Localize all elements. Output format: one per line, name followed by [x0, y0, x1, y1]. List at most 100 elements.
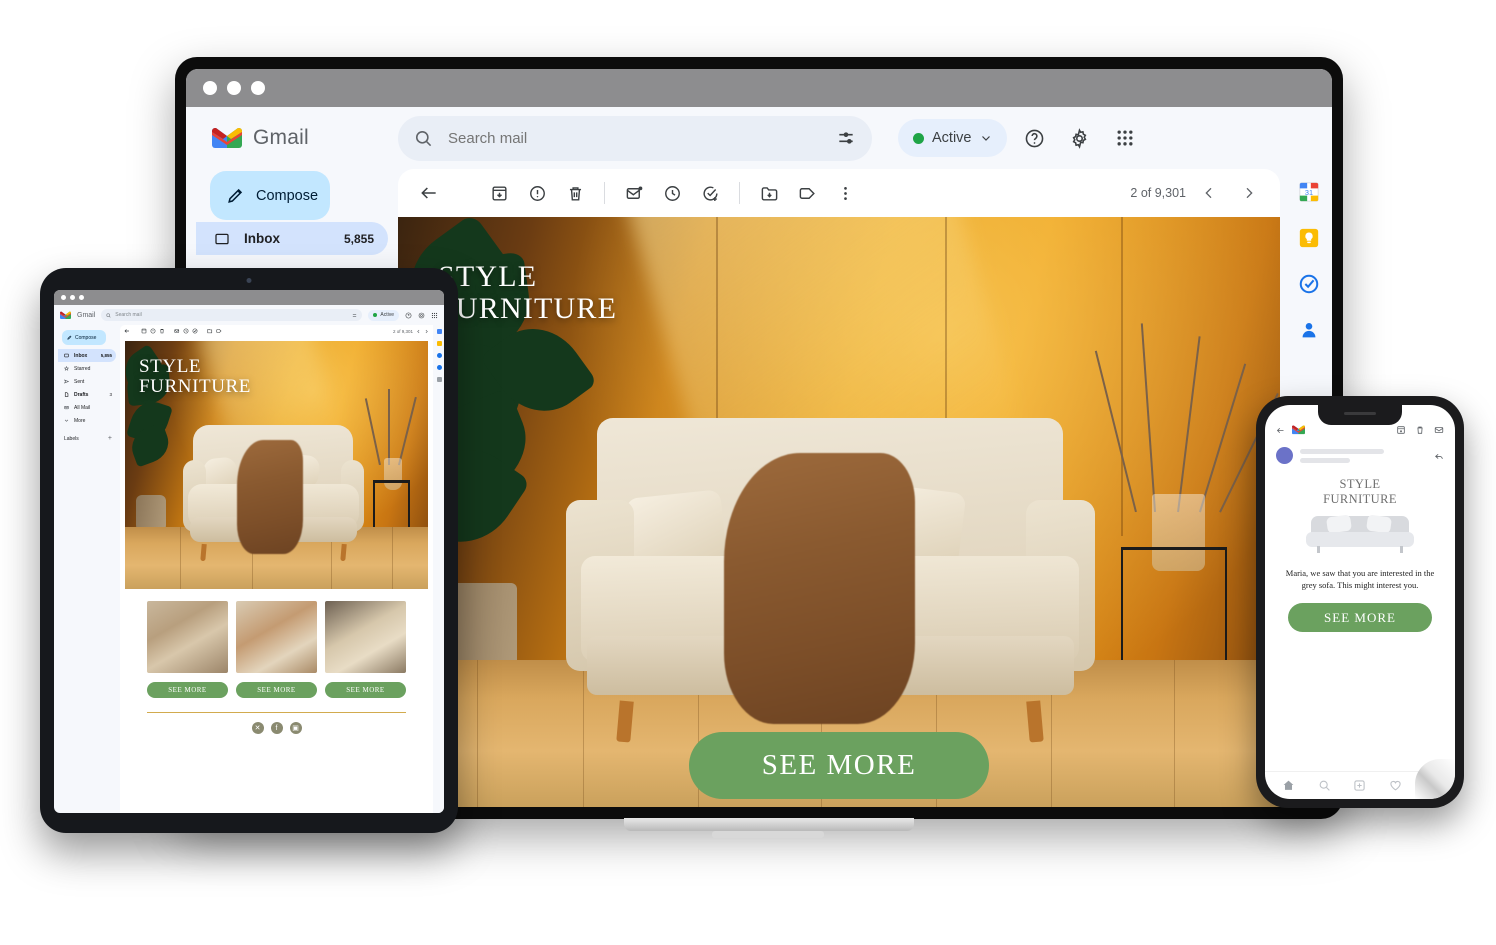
previous-message-button[interactable]: [1192, 176, 1226, 210]
search-bar[interactable]: [398, 115, 872, 161]
gmail-logo[interactable]: Gmail: [186, 126, 398, 150]
message-pagination: 2 of 9,301: [1130, 176, 1266, 210]
product-see-more-button[interactable]: SEE MORE: [147, 682, 228, 698]
plus-icon[interactable]: +: [108, 435, 112, 442]
window-close-dot[interactable]: [61, 295, 66, 300]
tablet-search-bar[interactable]: Search mail: [101, 309, 363, 321]
google-tasks-icon[interactable]: [1298, 273, 1320, 295]
phone-sofa-illustration: [1301, 510, 1419, 556]
product-thumbnail[interactable]: [325, 601, 406, 673]
chevron-right-icon[interactable]: [424, 329, 429, 334]
help-circle-icon[interactable]: [405, 312, 412, 319]
archive-icon[interactable]: [1396, 425, 1406, 435]
mark-unread-button[interactable]: [617, 176, 651, 210]
window-maximize-dot[interactable]: [79, 295, 84, 300]
tablet-gmail-header: Gmail Search mail Active: [54, 305, 444, 325]
compose-button[interactable]: Compose: [62, 330, 106, 345]
product-see-more-button[interactable]: SEE MORE: [236, 682, 317, 698]
status-dot: [913, 132, 924, 144]
chevron-left-icon[interactable]: [416, 329, 421, 334]
add-to-tasks-button[interactable]: [693, 176, 727, 210]
archive-icon[interactable]: [141, 328, 147, 334]
sidebar-item-starred[interactable]: Starred: [58, 362, 116, 375]
instagram-icon[interactable]: ▣: [289, 722, 302, 734]
move-to-button[interactable]: [752, 176, 786, 210]
add-to-tasks-icon[interactable]: [192, 328, 198, 334]
back-button[interactable]: [412, 176, 446, 210]
label-tag-icon[interactable]: [216, 328, 222, 334]
sidebar-item-drafts[interactable]: Drafts 3: [58, 388, 116, 401]
heart-icon[interactable]: [1389, 779, 1402, 792]
filter-options-icon[interactable]: [352, 313, 357, 318]
add-square-icon[interactable]: [1353, 779, 1366, 792]
search-icon[interactable]: [1318, 779, 1331, 792]
add-ons-plus-icon[interactable]: [437, 377, 442, 382]
trash-icon[interactable]: [1415, 425, 1425, 435]
trash-icon[interactable]: [159, 328, 165, 334]
report-spam-icon[interactable]: [150, 328, 156, 334]
pencil-icon: [228, 188, 243, 203]
help-button[interactable]: [1018, 121, 1052, 155]
chevron-left-icon: [1205, 187, 1212, 199]
label-button[interactable]: [790, 176, 824, 210]
snooze-button[interactable]: [655, 176, 689, 210]
clock-snooze-icon[interactable]: [183, 328, 189, 334]
google-calendar-icon[interactable]: 31: [1298, 181, 1320, 203]
x-twitter-icon[interactable]: ✕: [251, 722, 264, 734]
sidebar-item-inbox[interactable]: Inbox 5,855: [58, 349, 116, 362]
next-message-button[interactable]: [1232, 176, 1266, 210]
filter-options-icon[interactable]: [836, 128, 856, 148]
google-apps-grid-icon[interactable]: [431, 312, 438, 319]
facebook-icon[interactable]: f: [270, 722, 283, 734]
avatar[interactable]: [1276, 447, 1293, 464]
google-tasks-icon[interactable]: [437, 353, 442, 358]
google-keep-icon[interactable]: [1298, 227, 1320, 249]
google-contacts-icon[interactable]: [437, 365, 442, 370]
window-minimize-dot[interactable]: [227, 81, 241, 95]
sidebar-item-sent[interactable]: Sent: [58, 375, 116, 388]
google-calendar-icon[interactable]: [437, 329, 442, 334]
window-close-dot[interactable]: [203, 81, 217, 95]
phone-email-content: STYLE FURNITURE Maria, we saw that you a…: [1265, 464, 1455, 771]
window-minimize-dot[interactable]: [70, 295, 75, 300]
search-input[interactable]: [448, 129, 821, 147]
gear-icon[interactable]: [418, 312, 425, 319]
sidebar-item-more[interactable]: More: [58, 414, 116, 427]
compose-button[interactable]: Compose: [210, 171, 330, 220]
social-links: ✕ f ▣: [125, 722, 428, 734]
product-thumbnail[interactable]: [236, 601, 317, 673]
delete-button[interactable]: [558, 176, 592, 210]
home-icon[interactable]: [1282, 779, 1295, 792]
archive-button[interactable]: [482, 176, 516, 210]
sidebar-item-all-mail[interactable]: All Mail: [58, 401, 116, 414]
reply-arrow-icon[interactable]: [1434, 451, 1444, 461]
more-options-button[interactable]: [828, 176, 862, 210]
google-keep-icon[interactable]: [437, 341, 442, 346]
settings-button[interactable]: [1063, 121, 1097, 155]
product-see-more-button[interactable]: SEE MORE: [325, 682, 406, 698]
phone-see-more-button[interactable]: SEE MORE: [1288, 603, 1432, 633]
search-icon: [415, 130, 432, 146]
inbox-count: 5,855: [343, 231, 374, 246]
google-apps-button[interactable]: [1108, 121, 1142, 155]
see-more-cta-button[interactable]: SEE MORE: [689, 732, 989, 799]
product-thumbnail[interactable]: [147, 601, 228, 673]
message-toolbar: 2 of 9,301: [398, 169, 1280, 217]
tablet-status-chip[interactable]: Active: [368, 309, 399, 321]
mark-unread-icon[interactable]: [174, 328, 180, 334]
gmail-m-icon[interactable]: [60, 311, 71, 320]
move-to-folder-icon[interactable]: [207, 328, 213, 334]
tablet-gmail-body: Compose Inbox 5,855 Starred Sent Drafts …: [54, 325, 444, 813]
google-contacts-icon[interactable]: [1298, 319, 1320, 341]
status-chip[interactable]: Active: [898, 119, 1007, 157]
inbox-icon: [215, 233, 229, 244]
report-spam-button[interactable]: [520, 176, 554, 210]
back-arrow-icon[interactable]: [124, 328, 130, 334]
gmail-m-icon[interactable]: [1292, 425, 1305, 435]
window-maximize-dot[interactable]: [251, 81, 265, 95]
compose-label: Compose: [75, 334, 97, 341]
mail-icon[interactable]: [1434, 425, 1444, 435]
knit-throw-blanket: [724, 453, 915, 725]
back-arrow-icon[interactable]: [1276, 426, 1285, 435]
sidebar-item-inbox[interactable]: Inbox 5,855: [196, 222, 388, 255]
